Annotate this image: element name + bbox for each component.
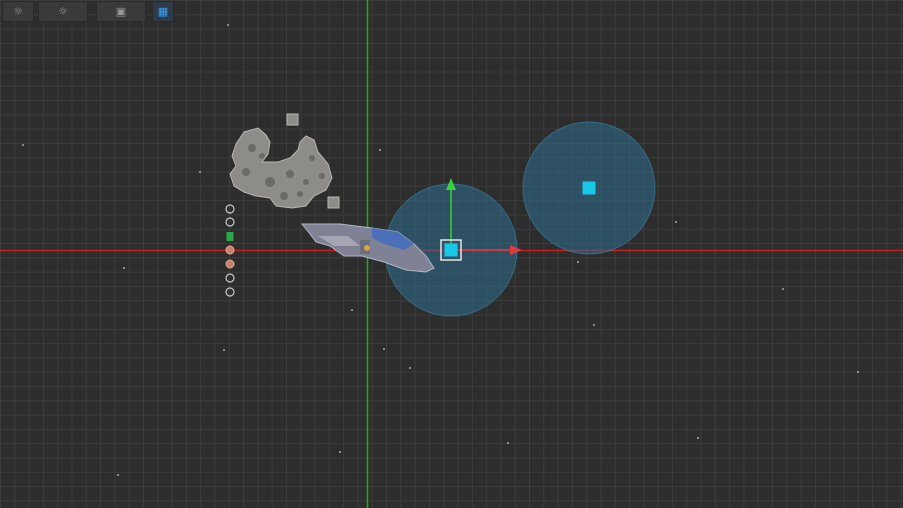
node-icon [226,232,234,241]
point-light-secondary[interactable] [522,121,656,255]
node-icon [225,217,235,227]
light-icon[interactable] [582,181,596,195]
node-icon [225,245,235,255]
scene-viewport[interactable]: ☼ ☼ ▣ ▦ [0,0,903,508]
layer-icon-column [225,204,235,297]
node-icon [225,273,235,283]
node-icon [225,204,235,214]
rock-cluster-sprite[interactable] [229,113,340,209]
node-icon [225,287,235,297]
scene-canvas [0,0,903,508]
light-icon[interactable] [444,243,458,257]
node-icon [225,259,235,269]
